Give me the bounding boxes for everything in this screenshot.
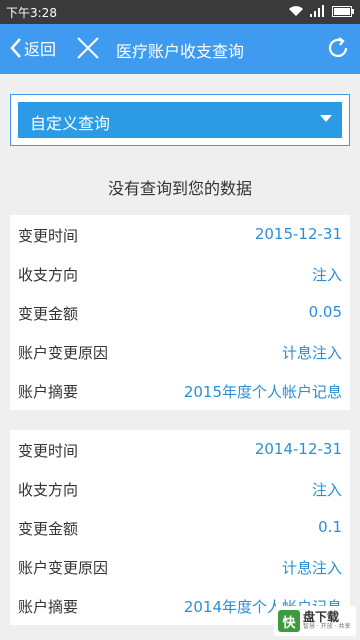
record-row: 账户摘要 2015年度个人帐户记息 [10,371,350,410]
record-row: 变更时间 2014-12-31 [10,430,350,469]
row-key: 账户变更原因 [18,559,109,577]
query-type-selected: 自定义查询 [30,114,111,133]
chevron-left-icon [10,38,21,58]
back-label: 返回 [24,40,57,59]
status-time: 下午3:28 [6,6,57,20]
caret-down-icon [320,115,332,122]
back-button[interactable]: 返回 [10,36,56,60]
signal-icon [310,5,324,17]
row-value: 计息注入 [281,559,342,577]
battery-icon [332,5,354,17]
record-row: 收支方向 注入 [10,469,350,508]
record-row: 变更时间 2015-12-31 [10,215,350,254]
row-value: 2015年度个人帐户记息 [183,383,342,401]
nav-bar: 返回 医疗账户收支查询 [0,24,360,74]
row-key: 变更金额 [18,520,79,538]
row-value: 0.05 [308,303,342,321]
refresh-icon[interactable] [326,36,350,60]
watermark-text: 盘下载 [303,610,340,624]
row-key: 收支方向 [18,481,79,499]
query-select-container: 自定义查询 [10,94,350,146]
query-type-select[interactable]: 自定义查询 [18,102,342,138]
row-value: 2015-12-31 [254,225,342,243]
watermark-sub: 智慧 · 开放 · 共享 [303,623,351,630]
watermark-glyph: 快 [278,610,300,632]
row-key: 账户变更原因 [18,344,109,362]
watermark-logo: 快 盘下载 智慧 · 开放 · 共享 [274,606,356,636]
record-row: 收支方向 注入 [10,254,350,293]
row-value: 0.1 [318,518,342,536]
record-card: 变更时间 2014-12-31 收支方向 注入 变更金额 0.1 账户变更原因 … [10,430,350,625]
row-key: 变更时间 [18,227,79,245]
row-key: 变更金额 [18,305,79,323]
record-row: 变更金额 0.1 [10,508,350,547]
row-value: 2014-12-31 [254,440,342,458]
close-icon[interactable] [76,36,100,60]
row-key: 变更时间 [18,442,79,460]
record-row: 变更金额 0.05 [10,293,350,332]
row-value: 注入 [311,481,342,499]
record-row: 账户变更原因 计息注入 [10,547,350,586]
record-card: 变更时间 2015-12-31 收支方向 注入 变更金额 0.05 账户变更原因… [10,215,350,410]
page-title: 医疗账户收支查询 [116,42,245,61]
status-bar: 下午3:28 [0,0,360,24]
row-key: 账户摘要 [18,383,79,401]
row-key: 账户摘要 [18,598,79,616]
row-key: 收支方向 [18,266,79,284]
row-value: 注入 [311,266,342,284]
record-row: 账户变更原因 计息注入 [10,332,350,371]
row-value: 计息注入 [281,344,342,362]
empty-message: 没有查询到您的数据 [107,179,252,198]
wifi-icon [289,6,303,16]
